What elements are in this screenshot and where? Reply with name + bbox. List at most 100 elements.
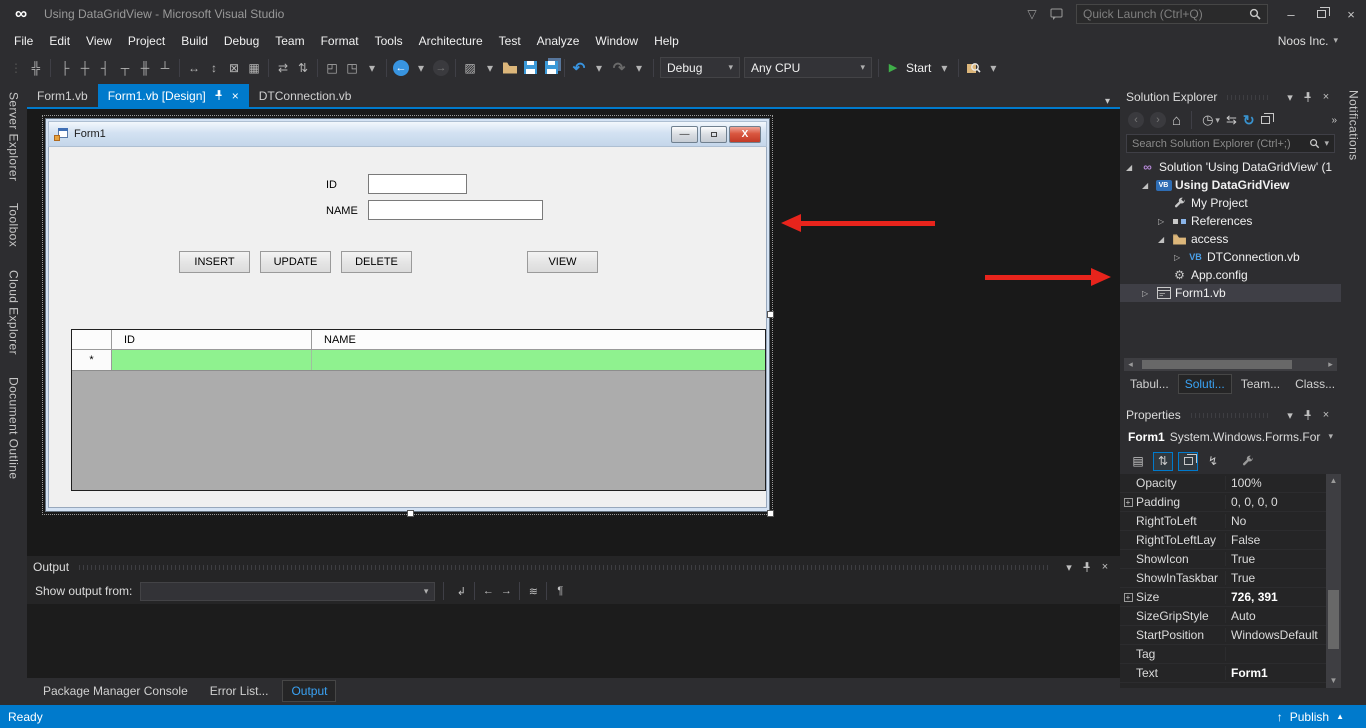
account-menu[interactable]: Noos Inc. ▾ bbox=[1278, 34, 1338, 48]
tree-item-project[interactable]: ◢ VB Using DataGridView bbox=[1120, 176, 1341, 194]
window-position-chevron-icon[interactable]: ▾ bbox=[1281, 407, 1299, 423]
toolbar-overflow-chevron-icon[interactable]: ▾ bbox=[983, 57, 1003, 79]
close-tab-icon[interactable]: × bbox=[232, 89, 239, 103]
menu-view[interactable]: View bbox=[78, 31, 120, 51]
tab-toolbox[interactable]: Toolbox bbox=[7, 203, 21, 247]
property-row[interactable]: Opacity 100% bbox=[1120, 474, 1341, 493]
property-row[interactable]: ShowIcon True bbox=[1120, 550, 1341, 569]
align-middles-icon[interactable]: ╫ bbox=[135, 57, 155, 79]
scrollbar-thumb[interactable] bbox=[1328, 590, 1339, 650]
events-icon[interactable]: ↯ bbox=[1203, 452, 1223, 471]
scroll-down-icon[interactable]: ▼ bbox=[1326, 674, 1341, 688]
datagridview[interactable]: ID NAME * bbox=[71, 329, 766, 491]
property-row[interactable]: RightToLeftLay False bbox=[1120, 531, 1341, 550]
menu-edit[interactable]: Edit bbox=[41, 31, 78, 51]
property-row[interactable]: RightToLeft No bbox=[1120, 512, 1341, 531]
pin-icon[interactable] bbox=[1078, 559, 1096, 575]
tree-item-solution[interactable]: ◢ ∞ Solution 'Using DataGridView' (1 bbox=[1120, 158, 1341, 176]
view-button[interactable]: VIEW bbox=[527, 251, 598, 273]
align-lefts-icon[interactable]: ├ bbox=[55, 57, 75, 79]
resize-handle-bottom[interactable] bbox=[407, 510, 414, 517]
make-same-width-icon[interactable]: ↔ bbox=[184, 57, 204, 79]
update-button[interactable]: UPDATE bbox=[260, 251, 331, 273]
property-row[interactable]: Tag bbox=[1120, 645, 1341, 664]
window-position-chevron-icon[interactable]: ▾ bbox=[1281, 89, 1299, 105]
home-icon[interactable]: ⌂ bbox=[1172, 112, 1181, 129]
tree-item-app-config[interactable]: ⚙ App.config bbox=[1120, 266, 1341, 284]
tab-form1-vb-design[interactable]: Form1.vb [Design] × bbox=[98, 84, 249, 107]
show-output-from-select[interactable]: ▾ bbox=[140, 582, 435, 601]
tab-team-explorer[interactable]: Team... bbox=[1235, 375, 1286, 393]
menu-analyze[interactable]: Analyze bbox=[529, 31, 588, 51]
start-debug-icon[interactable]: ▶ bbox=[883, 57, 903, 79]
size-to-grid-icon[interactable]: ▦ bbox=[244, 57, 264, 79]
property-row[interactable]: StartPosition WindowsDefault bbox=[1120, 626, 1341, 645]
tree-item-dtconnection[interactable]: ▷ VB DTConnection.vb bbox=[1120, 248, 1341, 266]
delete-button[interactable]: DELETE bbox=[341, 251, 412, 273]
categorized-icon[interactable]: ▤ bbox=[1128, 452, 1148, 471]
expander-icon[interactable]: ◢ bbox=[1142, 181, 1155, 190]
tab-server-explorer[interactable]: Server Explorer bbox=[7, 92, 21, 181]
properties-vscrollbar[interactable]: ▲ ▼ bbox=[1326, 474, 1341, 688]
expander-icon[interactable]: ▷ bbox=[1174, 253, 1187, 262]
new-item-chevron-icon[interactable]: ▾ bbox=[480, 57, 500, 79]
cell-name[interactable] bbox=[312, 350, 765, 370]
expander-icon[interactable]: ◢ bbox=[1126, 163, 1139, 172]
tab-form1-vb[interactable]: Form1.vb bbox=[27, 84, 98, 107]
tab-error-list[interactable]: Error List... bbox=[202, 681, 277, 701]
solution-explorer-hscrollbar[interactable]: ◂ ▸ bbox=[1124, 358, 1337, 371]
pin-icon[interactable] bbox=[1299, 89, 1317, 105]
navigate-back-chevron-icon[interactable]: ▾ bbox=[411, 57, 431, 79]
datagridview-corner-cell[interactable] bbox=[72, 330, 112, 349]
tab-package-manager-console[interactable]: Package Manager Console bbox=[35, 681, 196, 701]
scroll-left-icon[interactable]: ◂ bbox=[1124, 359, 1137, 370]
menu-debug[interactable]: Debug bbox=[216, 31, 267, 51]
expander-icon[interactable]: ◢ bbox=[1158, 235, 1171, 244]
insert-button[interactable]: INSERT bbox=[179, 251, 250, 273]
designed-form[interactable]: Form1 — X ID NAME INSERT UPDATE DELETE V bbox=[45, 118, 770, 512]
snap-to-grid-icon[interactable]: ╬ bbox=[26, 57, 46, 79]
cell-id[interactable] bbox=[112, 350, 312, 370]
sync-with-active-document-icon[interactable]: ⇆ bbox=[1226, 112, 1237, 128]
tab-output[interactable]: Output bbox=[282, 680, 336, 702]
tree-item-my-project[interactable]: My Project bbox=[1120, 194, 1341, 212]
minimize-button[interactable]: – bbox=[1276, 3, 1306, 25]
tree-item-references[interactable]: ▷ References bbox=[1120, 212, 1341, 230]
open-file-icon[interactable] bbox=[500, 57, 520, 79]
start-debug-label[interactable]: Start bbox=[906, 61, 931, 75]
menu-team[interactable]: Team bbox=[267, 31, 312, 51]
search-options-chevron-icon[interactable]: ▾ bbox=[1324, 138, 1329, 149]
start-debug-chevron-icon[interactable]: ▾ bbox=[934, 57, 954, 79]
close-icon[interactable]: × bbox=[1317, 407, 1335, 423]
make-same-size-icon[interactable]: ⊠ bbox=[224, 57, 244, 79]
properties-object-select[interactable]: Form1 System.Windows.Forms.For ▾ bbox=[1120, 426, 1341, 447]
scrollbar-thumb[interactable] bbox=[1142, 360, 1292, 369]
feedback-filter-icon[interactable]: ▽ bbox=[1020, 4, 1044, 24]
make-same-height-icon[interactable]: ↕ bbox=[204, 57, 224, 79]
menu-architecture[interactable]: Architecture bbox=[411, 31, 491, 51]
refresh-icon[interactable]: ↻ bbox=[1243, 112, 1255, 129]
property-row[interactable]: + Padding 0, 0, 0, 0 bbox=[1120, 493, 1341, 512]
save-all-icon[interactable] bbox=[540, 57, 560, 79]
back-icon[interactable]: ‹ bbox=[1128, 112, 1144, 128]
alphabetical-icon[interactable]: ⇅ bbox=[1153, 452, 1173, 471]
output-content[interactable] bbox=[27, 604, 1120, 678]
menu-format[interactable]: Format bbox=[313, 31, 367, 51]
menu-project[interactable]: Project bbox=[120, 31, 173, 51]
solution-explorer-search-input[interactable]: Search Solution Explorer (Ctrl+;) ▾ bbox=[1126, 134, 1335, 153]
menu-tools[interactable]: Tools bbox=[367, 31, 411, 51]
scroll-up-icon[interactable]: ▲ bbox=[1326, 474, 1341, 488]
navigate-back-icon[interactable]: ← bbox=[391, 57, 411, 79]
tab-class-view[interactable]: Class... bbox=[1289, 375, 1341, 393]
resize-handle-bottom-right[interactable] bbox=[767, 510, 774, 517]
solution-platform-select[interactable]: Any CPU ▾ bbox=[744, 57, 872, 78]
close-icon[interactable]: × bbox=[1096, 559, 1114, 575]
property-row[interactable]: ShowInTaskbar True bbox=[1120, 569, 1341, 588]
column-header-name[interactable]: NAME bbox=[312, 330, 765, 349]
undo-chevron-icon[interactable]: ▾ bbox=[589, 57, 609, 79]
goto-message-icon[interactable]: ↲ bbox=[452, 583, 470, 599]
vertical-spacing-icon[interactable]: ⇅ bbox=[293, 57, 313, 79]
feedback-smiley-icon[interactable] bbox=[1044, 4, 1068, 24]
tab-solution-explorer[interactable]: Soluti... bbox=[1178, 374, 1232, 394]
menu-window[interactable]: Window bbox=[587, 31, 646, 51]
